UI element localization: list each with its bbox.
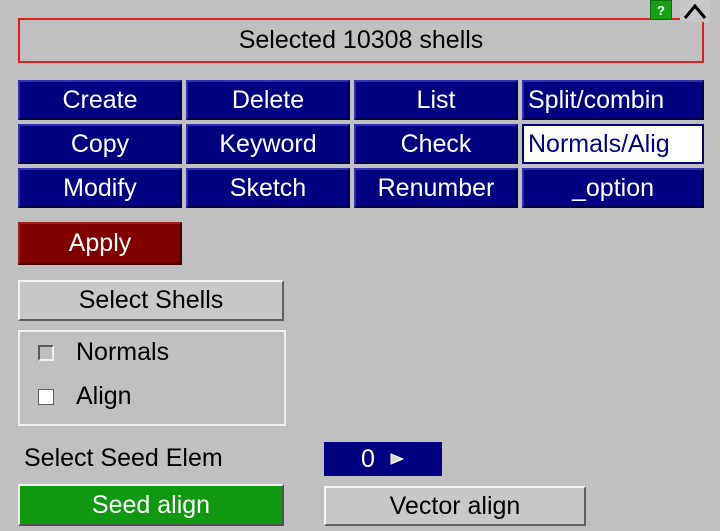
tab-modify[interactable]: Modify: [18, 168, 182, 208]
tab-sketch[interactable]: Sketch: [186, 168, 350, 208]
normals-radio[interactable]: [38, 344, 54, 361]
tab-check[interactable]: Check: [354, 124, 518, 164]
tab-label: Create: [62, 85, 138, 114]
tab-split-combine[interactable]: Split/combin: [522, 80, 704, 120]
select-shells-label: Select Shells: [78, 286, 224, 314]
collapse-icon[interactable]: [680, 0, 710, 22]
tab-keyword[interactable]: Keyword: [186, 124, 350, 164]
tab-label: Normals/Alig: [528, 129, 670, 158]
tab-label: _option: [571, 173, 655, 202]
apply-button[interactable]: Apply: [18, 222, 182, 265]
tab-normals-align[interactable]: Normals/Alig: [522, 124, 704, 164]
tab-label: Check: [400, 129, 472, 158]
tab-label: Keyword: [219, 129, 317, 158]
tab-list[interactable]: List: [354, 80, 518, 120]
vector-align-button[interactable]: Vector align: [324, 486, 586, 526]
seed-label-text: Select Seed Elem: [24, 443, 223, 472]
tab-label: Renumber: [377, 173, 495, 202]
tab-label: List: [416, 85, 456, 114]
tab-delete[interactable]: Delete: [186, 80, 350, 120]
status-bar: Selected 10308 shells: [18, 18, 704, 63]
seed-align-button[interactable]: Seed align: [18, 484, 284, 526]
vector-align-label: Vector align: [389, 491, 521, 520]
normals-option[interactable]: Normals: [38, 338, 169, 367]
tab-create[interactable]: Create: [18, 80, 182, 120]
tab-label: Delete: [231, 85, 305, 114]
normals-label: Normals: [76, 338, 170, 366]
help-label: ?: [657, 2, 665, 18]
options-group: Normals Align: [18, 330, 286, 426]
tab-label: Copy: [70, 129, 130, 158]
tab-renumber[interactable]: Renumber: [354, 168, 518, 208]
seed-elem-label: Select Seed Elem: [24, 440, 223, 476]
status-text: Selected 10308 shells: [238, 26, 484, 54]
tab-label: Sketch: [229, 173, 307, 202]
arrow-right-icon[interactable]: [389, 452, 405, 466]
seed-value: 0: [361, 444, 375, 473]
tab-label: Modify: [63, 173, 137, 202]
tab-copy[interactable]: Copy: [18, 124, 182, 164]
select-shells-button[interactable]: Select Shells: [18, 280, 284, 321]
align-option[interactable]: Align: [38, 382, 132, 411]
apply-label: Apply: [68, 229, 132, 257]
tab-label: Split/combin: [528, 85, 665, 114]
align-checkbox[interactable]: [38, 388, 54, 405]
chevron-up-icon: [683, 3, 707, 19]
seed-elem-field[interactable]: 0: [324, 442, 442, 476]
align-label: Align: [76, 382, 132, 410]
help-icon[interactable]: ?: [650, 0, 672, 20]
tab-option[interactable]: _option: [522, 168, 704, 208]
seed-align-label: Seed align: [91, 490, 211, 519]
